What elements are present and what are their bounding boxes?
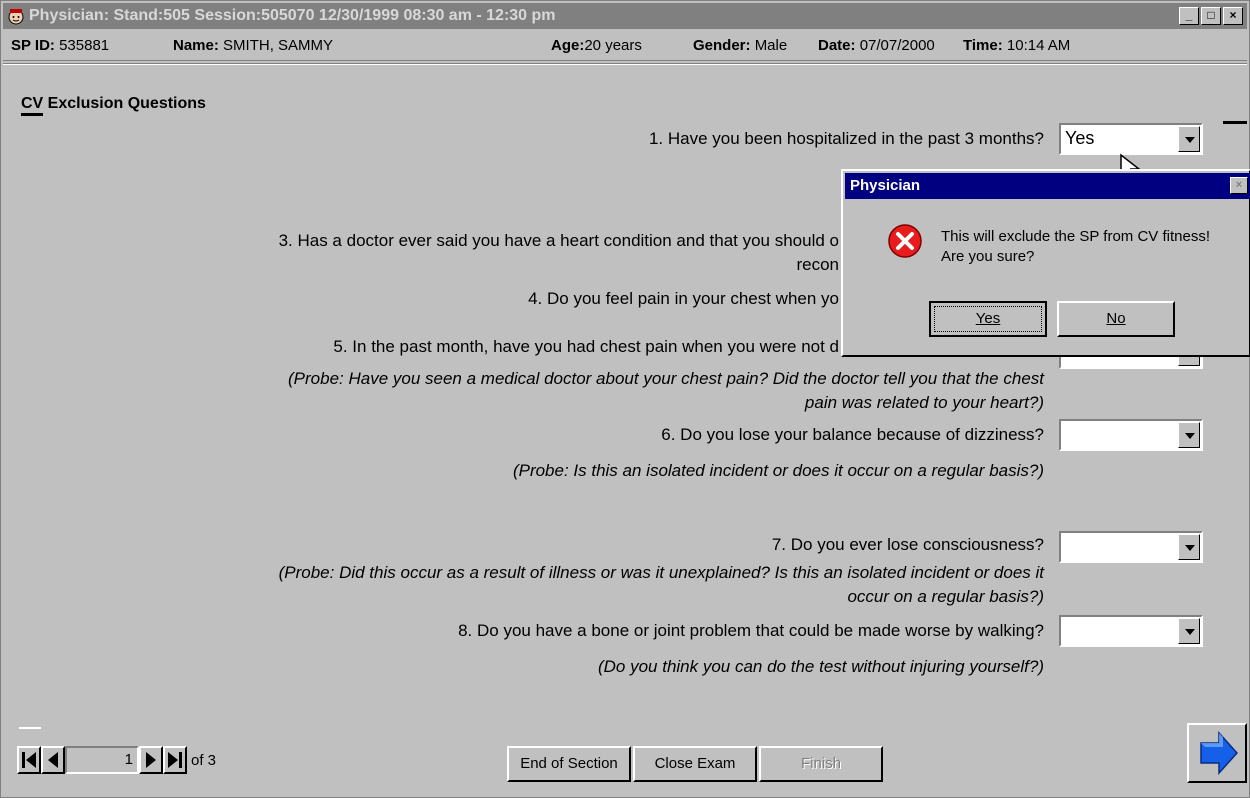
question-6-probe: (Probe: Is this an isolated incident or … xyxy=(512,461,1044,480)
dialog-message-line1: This will exclude the SP from CV fitness… xyxy=(941,228,1210,245)
question-7: 7. Do you ever lose consciousness? xyxy=(771,535,1044,554)
last-page-button[interactable] xyxy=(163,746,187,774)
sp-age: Age:20 years xyxy=(551,31,642,61)
question-6: 6. Do you lose your balance because of d… xyxy=(661,425,1044,444)
next-page-icon xyxy=(146,752,156,768)
dialog-title-bar[interactable]: Physician × xyxy=(845,173,1250,199)
bottom-left-marker xyxy=(19,727,41,729)
physician-app-icon xyxy=(8,9,24,25)
window-title: Physician: Stand:505 Session:505070 12/3… xyxy=(29,7,556,24)
question-1: 1. Have you been hospitalized in the pas… xyxy=(648,129,1044,148)
page-navigator: 1 of 3 xyxy=(17,745,216,775)
finish-button[interactable]: Finish xyxy=(759,746,883,782)
sp-id: SP ID: 535881 xyxy=(11,31,109,61)
close-button[interactable]: × xyxy=(1223,7,1243,25)
minimize-icon: _ xyxy=(1185,8,1193,22)
question-1-dropdown[interactable]: Yes xyxy=(1059,123,1203,155)
dialog-title: Physician xyxy=(850,177,921,194)
age-value: 20 years xyxy=(584,37,642,54)
physician-window: Physician: Stand:505 Session:505070 12/3… xyxy=(0,0,1250,798)
first-page-button[interactable] xyxy=(17,746,41,774)
gender-value: Male xyxy=(754,37,788,54)
section-title: CV Exclusion Questions xyxy=(21,95,206,112)
question-7-probe-line2: occur on a regular basis?) xyxy=(847,587,1044,606)
chevron-down-icon[interactable] xyxy=(1178,534,1200,560)
question-5-probe-line1: (Probe: Have you seen a medical doctor a… xyxy=(288,369,1044,388)
chevron-down-icon[interactable] xyxy=(1178,618,1200,644)
question-5-probe-line2: pain was related to your heart?) xyxy=(804,393,1044,412)
dialog-message: This will exclude the SP from CV fitness… xyxy=(941,227,1210,267)
next-section-button[interactable] xyxy=(1187,723,1247,783)
dialog-no-label: No xyxy=(1106,310,1126,327)
time-label: Time: xyxy=(963,37,1003,54)
title-bar[interactable]: Physician: Stand:505 Session:505070 12/3… xyxy=(3,3,1247,29)
date-value: 07/07/2000 xyxy=(859,37,935,54)
close-exam-button[interactable]: Close Exam xyxy=(633,746,757,782)
date-label: Date: xyxy=(818,37,856,54)
question-5: 5. In the past month, have you had chest… xyxy=(333,337,839,356)
sp-name: Name: SMITH, SAMMY xyxy=(173,31,333,61)
dialog-no-button[interactable]: No xyxy=(1057,301,1175,337)
error-icon xyxy=(888,224,922,258)
name-value: SMITH, SAMMY xyxy=(223,37,334,54)
right-marker xyxy=(1223,121,1247,124)
question-7-probe-line1: (Probe: Did this occur as a result of il… xyxy=(278,563,1044,582)
question-6-dropdown[interactable] xyxy=(1059,419,1203,451)
minimize-button[interactable]: _ xyxy=(1179,7,1199,25)
end-of-section-button[interactable]: End of Section xyxy=(507,746,631,782)
chevron-down-icon[interactable] xyxy=(1178,126,1200,152)
question-8-probe: (Do you think you can do the test withou… xyxy=(597,657,1044,676)
exam-date: Date: 07/07/2000 xyxy=(818,31,935,61)
sp-gender: Gender: Male xyxy=(693,31,787,61)
page-count: of 3 xyxy=(191,751,217,769)
question-3-line2: recon xyxy=(796,255,839,274)
question-4: 4. Do you feel pain in your chest when y… xyxy=(528,289,839,308)
sp-info-bar: SP ID: 535881 Name: SMITH, SAMMY Age:20 … xyxy=(3,31,1247,61)
time-value: 10:14 AM xyxy=(1006,37,1071,54)
previous-page-button[interactable] xyxy=(41,746,65,774)
previous-page-icon xyxy=(48,752,58,768)
next-arrow-icon xyxy=(1200,731,1239,775)
question-8-dropdown[interactable] xyxy=(1059,615,1203,647)
question-1-value: Yes xyxy=(1065,128,1095,148)
exam-time: Time: 10:14 AM xyxy=(963,31,1070,61)
dialog-yes-button[interactable]: Yes xyxy=(929,301,1047,337)
header-divider xyxy=(3,63,1247,65)
close-icon: × xyxy=(1235,179,1243,191)
page-number-field[interactable]: 1 xyxy=(65,746,139,774)
confirm-dialog: Physician × This will exclude the SP fro… xyxy=(841,169,1250,357)
sp-id-label: SP ID: xyxy=(11,37,55,54)
name-label: Name: xyxy=(173,37,219,54)
close-icon: × xyxy=(1229,8,1237,22)
first-page-icon xyxy=(22,752,36,768)
section-underline xyxy=(21,113,43,116)
chevron-down-icon[interactable] xyxy=(1178,422,1200,448)
question-3-line1: 3. Has a doctor ever said you have a hea… xyxy=(278,231,839,250)
question-7-dropdown[interactable] xyxy=(1059,531,1203,563)
next-page-button[interactable] xyxy=(139,746,163,774)
last-page-icon xyxy=(168,752,182,768)
gender-label: Gender: xyxy=(693,37,751,54)
age-label: Age: xyxy=(551,37,585,54)
question-8: 8. Do you have a bone or joint problem t… xyxy=(458,621,1044,640)
dialog-close-button[interactable]: × xyxy=(1230,177,1248,194)
maximize-icon: □ xyxy=(1207,8,1215,22)
sp-id-value: 535881 xyxy=(59,37,110,54)
maximize-button[interactable]: □ xyxy=(1201,7,1221,25)
dialog-message-line2: Are you sure? xyxy=(941,248,1035,265)
dialog-yes-label: Yes xyxy=(975,310,1001,327)
